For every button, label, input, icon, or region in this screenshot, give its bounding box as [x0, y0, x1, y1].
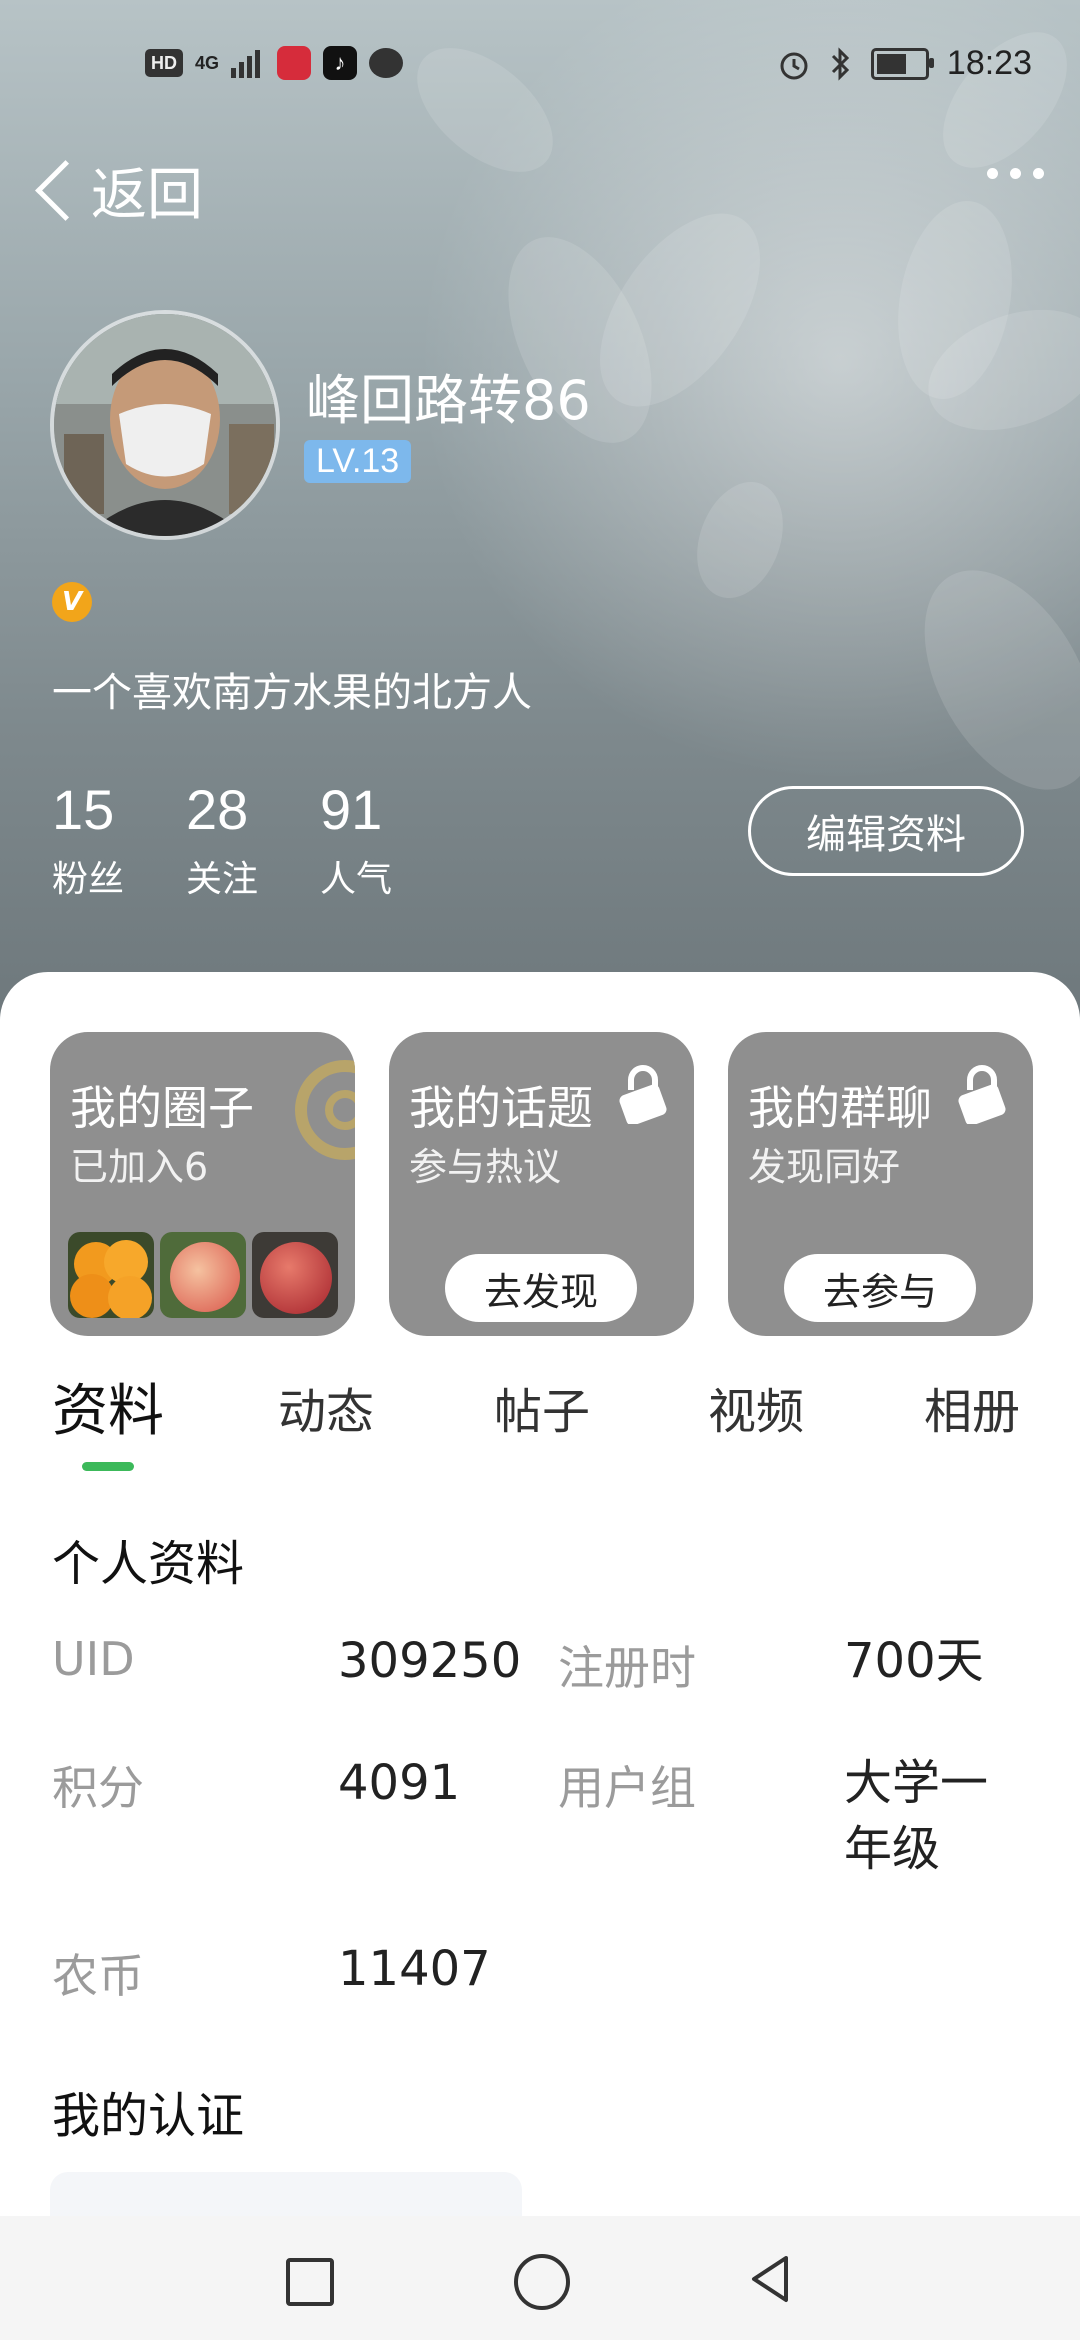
my-circles-card[interactable]: 我的圈子 已加入6	[50, 1032, 355, 1336]
lock-icon	[619, 1065, 667, 1124]
stat-value: 15	[52, 778, 115, 841]
hd-icon: HD	[145, 49, 183, 77]
user-group-value-line2: 年级	[844, 1821, 941, 1877]
certification-title: 我的认证	[52, 2088, 245, 2144]
circle-thumbnail[interactable]	[68, 1232, 154, 1318]
profile-tabs: 资料 动态 帖子 视频 相册	[0, 1372, 1080, 1472]
more-icon	[987, 168, 998, 179]
tab-activity[interactable]: 动态	[278, 1372, 374, 1442]
user-group-value-line1: 大学一	[844, 1755, 989, 1811]
points-label: 积分	[52, 1761, 144, 1815]
coins-label: 农币	[52, 1949, 144, 2003]
card-subtitle: 参与热议	[409, 1145, 562, 1189]
bio-text: 一个喜欢南方水果的北方人	[52, 670, 532, 716]
points-value: 4091	[338, 1755, 461, 1811]
discover-button[interactable]: 去发现	[445, 1254, 637, 1322]
status-right-icons: 18:23	[777, 44, 1032, 83]
battery-icon	[870, 47, 934, 80]
back-nav-icon[interactable]	[746, 2252, 794, 2306]
card-title: 我的圈子	[70, 1081, 254, 1135]
registration-label: 注册时	[558, 1641, 696, 1695]
circle-thumbnail[interactable]	[160, 1232, 246, 1318]
stat-popularity[interactable]: 91 人气	[320, 780, 392, 902]
uid-label: UID	[52, 1632, 135, 1686]
tab-profile[interactable]: 资料	[52, 1366, 164, 1447]
status-time: 18:23	[946, 44, 1032, 82]
card-title: 我的话题	[409, 1081, 593, 1135]
my-group-chats-card[interactable]: 我的群聊 发现同好 去参与	[728, 1032, 1033, 1336]
profile-content-sheet: 我的圈子 已加入6 我的话题 参与热议 去发现 我的群聊 发现同好 去参与 资料…	[0, 972, 1080, 2340]
back-chevron-icon	[35, 160, 96, 221]
top-bar: 返回	[0, 150, 1080, 230]
back-label: 返回	[91, 163, 203, 228]
recents-button[interactable]	[286, 2258, 334, 2306]
edit-profile-button[interactable]: 编辑资料	[748, 786, 1024, 876]
tab-posts[interactable]: 帖子	[494, 1372, 590, 1442]
tab-albums[interactable]: 相册	[924, 1372, 1020, 1442]
alarm-icon	[780, 52, 808, 79]
feature-cards: 我的圈子 已加入6 我的话题 参与热议 去发现 我的群聊 发现同好 去参与	[50, 1032, 1033, 1336]
tab-videos[interactable]: 视频	[708, 1372, 804, 1442]
card-subtitle: 已加入6	[70, 1145, 209, 1189]
system-nav-bar	[0, 2216, 1080, 2340]
uid-value: 309250	[338, 1633, 522, 1689]
username: 峰回路转86	[306, 369, 591, 432]
level-badge: LV.13	[304, 440, 412, 483]
status-left-icons: HD 4G ♪	[145, 46, 404, 80]
user-group-value: 大学一 年级	[844, 1750, 988, 1882]
stat-label: 粉丝	[52, 859, 125, 900]
status-bar: HD 4G ♪ 18:23	[0, 0, 1080, 130]
circle-thumbnails	[68, 1232, 338, 1318]
personal-info-title: 个人资料	[52, 1536, 245, 1592]
card-subtitle: 发现同好	[748, 1145, 901, 1189]
stat-value: 28	[186, 778, 249, 841]
back-button[interactable]: 返回	[30, 150, 203, 231]
home-button[interactable]	[514, 2254, 570, 2310]
chat-bubble-icon	[369, 48, 404, 78]
card-title: 我的群聊	[748, 1081, 932, 1135]
stat-following[interactable]: 28 关注	[186, 780, 258, 902]
circle-thumbnail[interactable]	[252, 1232, 338, 1318]
more-button[interactable]	[987, 168, 1044, 179]
coins-value: 11407	[338, 1941, 491, 1997]
network-label: 4G	[195, 52, 220, 73]
registration-value: 700天	[844, 1633, 984, 1689]
stat-label: 关注	[186, 859, 259, 900]
my-topics-card[interactable]: 我的话题 参与热议 去发现	[389, 1032, 694, 1336]
profile-stats: 15 粉丝 28 关注 91 人气	[52, 780, 392, 902]
avatar-image	[54, 314, 276, 536]
user-group-label: 用户组	[558, 1761, 696, 1815]
stat-label: 人气	[320, 859, 393, 900]
stat-value: 91	[320, 778, 383, 841]
app-notification-icon	[277, 46, 312, 80]
verified-badge-icon[interactable]: V	[52, 582, 92, 622]
signal-icon	[231, 50, 261, 78]
tiktok-icon: ♪	[323, 46, 358, 80]
avatar[interactable]	[50, 310, 280, 540]
join-button[interactable]: 去参与	[784, 1254, 976, 1322]
lock-icon	[958, 1065, 1006, 1124]
bluetooth-icon	[831, 46, 850, 81]
active-tab-indicator	[82, 1462, 134, 1471]
stat-fans[interactable]: 15 粉丝	[52, 780, 124, 902]
